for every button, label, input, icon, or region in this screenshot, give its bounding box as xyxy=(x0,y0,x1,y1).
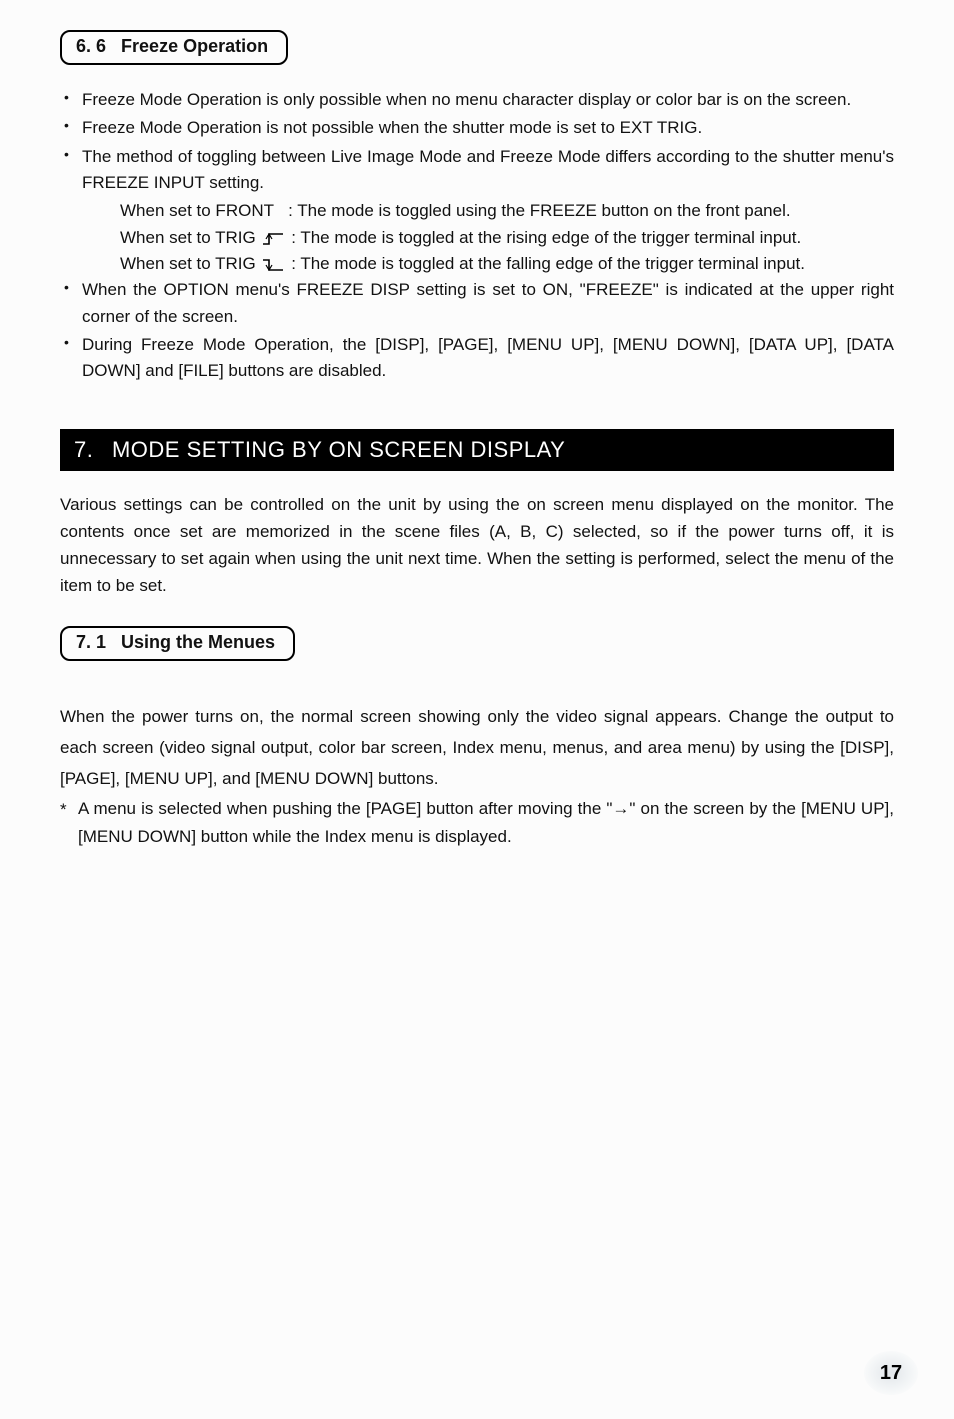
section-7-1-paragraph: When the power turns on, the normal scre… xyxy=(60,701,894,795)
bullets-6-6-a: Freeze Mode Operation is only possible w… xyxy=(64,87,894,196)
bullet-text: Freeze Mode Operation is only possible w… xyxy=(64,87,894,113)
section-6-6-title: Freeze Operation xyxy=(121,36,268,56)
section-7-number: 7. xyxy=(74,437,93,462)
subrow-trig-rise-text: : The mode is toggled at the rising edge… xyxy=(291,228,801,247)
subrow-front-label: When set to FRONT xyxy=(120,201,274,220)
section-7-1-note: A menu is selected when pushing the [PAG… xyxy=(60,795,894,851)
section-6-6-number: 6. 6 xyxy=(76,36,106,56)
bullet-text: When the OPTION menu's FREEZE DISP setti… xyxy=(64,277,894,330)
subrow-trig-rise-label: When set to TRIG xyxy=(120,228,256,247)
bullet-text: The method of toggling between Live Imag… xyxy=(64,144,894,197)
section-7-banner: 7. MODE SETTING BY ON SCREEN DISPLAY xyxy=(60,429,894,471)
bullet-text: Freeze Mode Operation is not possible wh… xyxy=(64,115,894,141)
subrow-front-text: : The mode is toggled using the FREEZE b… xyxy=(288,201,790,220)
rising-edge-icon xyxy=(262,231,284,245)
subrow-trig-fall-text: : The mode is toggled at the falling edg… xyxy=(291,254,805,273)
freeze-input-subblock: When set to FRONT : The mode is toggled … xyxy=(60,198,894,277)
section-7-intro-paragraph: Various settings can be controlled on th… xyxy=(60,491,894,600)
section-7-1-header: 7. 1 Using the Menues xyxy=(60,626,295,661)
page-number: 17 xyxy=(864,1351,918,1395)
section-7-1-number: 7. 1 xyxy=(76,632,106,652)
subrow-trig-fall-label: When set to TRIG xyxy=(120,254,256,273)
falling-edge-icon xyxy=(262,257,284,271)
bullets-6-6-b: When the OPTION menu's FREEZE DISP setti… xyxy=(64,277,894,384)
section-6-6-header: 6. 6 Freeze Operation xyxy=(60,30,288,65)
bullet-text: During Freeze Mode Operation, the [DISP]… xyxy=(64,332,894,385)
section-7-title: MODE SETTING BY ON SCREEN DISPLAY xyxy=(112,437,565,462)
section-7-1-title: Using the Menues xyxy=(121,632,275,652)
